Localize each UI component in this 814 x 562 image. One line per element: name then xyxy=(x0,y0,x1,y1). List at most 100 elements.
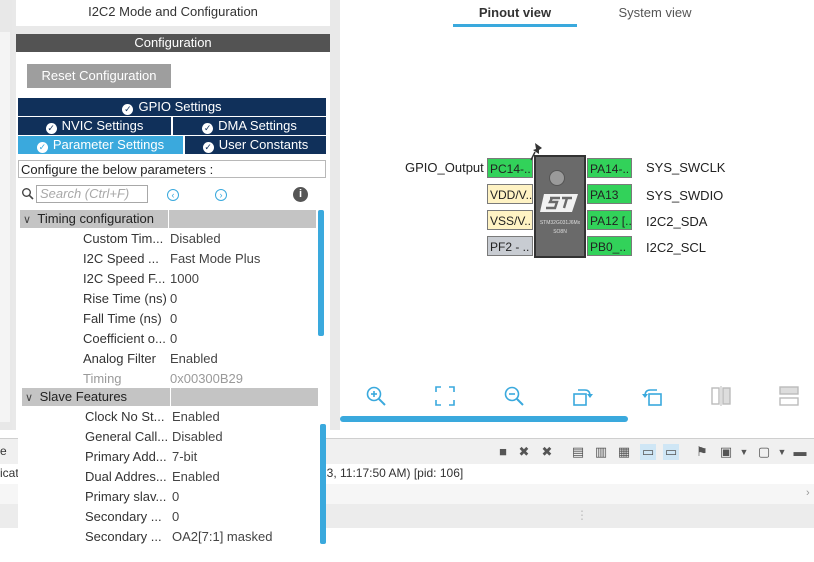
tab-system-view[interactable]: System view xyxy=(600,4,710,22)
parameter-row[interactable]: Fall Time (ns) 0 xyxy=(20,309,316,329)
rotate-right-icon[interactable] xyxy=(572,385,594,407)
tab-parameter-settings[interactable]: ✓ Parameter Settings xyxy=(18,136,183,154)
parameter-value[interactable]: Disabled xyxy=(172,427,223,447)
parameter-value[interactable]: Fast Mode Plus xyxy=(170,249,260,269)
parameter-row[interactable]: I2C Speed F... 1000 xyxy=(20,269,316,289)
minimize-icon[interactable]: ▬ xyxy=(792,444,808,460)
parameter-row[interactable]: Timing 0x00300B29 xyxy=(20,369,316,389)
pushpin-icon[interactable] xyxy=(529,142,545,162)
parameter-row[interactable]: Analog Filter Enabled xyxy=(20,349,316,369)
parameter-name: General Call... xyxy=(85,429,169,444)
parameter-value[interactable]: 0 xyxy=(170,289,177,309)
parameter-value[interactable]: 0 xyxy=(170,309,177,329)
remove-all-icon[interactable]: ✖ xyxy=(539,444,555,460)
parameter-name: I2C Speed F... xyxy=(83,271,166,286)
view-divider[interactable] xyxy=(334,0,340,430)
pin-right-1[interactable]: PA14-.. xyxy=(587,158,632,178)
signal-label-right-2: SYS_SWDIO xyxy=(646,188,724,203)
parameter-name: Fall Time (ns) xyxy=(83,311,162,326)
parameter-name: Timing xyxy=(83,371,122,386)
copy-icon[interactable]: ▤ xyxy=(570,444,586,460)
pin-left-2[interactable]: VDD/V.. xyxy=(487,184,533,204)
parameter-row[interactable]: I2C Speed ... Fast Mode Plus xyxy=(20,249,316,269)
parameter-value[interactable]: Enabled xyxy=(172,407,220,427)
info-icon[interactable]: i xyxy=(293,187,308,202)
check-icon: ✓ xyxy=(45,123,57,134)
parameter-value[interactable]: 7-bit xyxy=(172,447,197,467)
parameter-row[interactable]: Secondary ... 0 xyxy=(20,507,316,527)
parameter-row[interactable]: Primary slav... 0 xyxy=(20,487,316,507)
parameter-name: Coefficient o... xyxy=(83,331,166,346)
parameter-row[interactable]: Coefficient o... 0 xyxy=(20,329,316,349)
chevron-down-icon[interactable]: ▼ xyxy=(774,444,790,460)
console-status-text: 23, 11:17:50 AM) [pid: 106] xyxy=(320,466,464,480)
zoom-out-icon[interactable] xyxy=(503,385,525,407)
pin-right-2[interactable]: PA13 xyxy=(587,184,632,204)
parameter-value[interactable]: 0 xyxy=(172,507,179,527)
stop-icon[interactable]: ■ xyxy=(495,444,511,460)
tab-gpio-settings[interactable]: ✓ GPIO Settings xyxy=(18,98,326,116)
remove-launch-icon[interactable]: ✖ xyxy=(516,444,532,460)
parameter-value[interactable]: Enabled xyxy=(170,349,218,369)
parameter-value[interactable]: OA2[7:1] masked xyxy=(172,527,272,547)
split-vertical-icon[interactable] xyxy=(710,385,732,407)
parameter-value[interactable]: 0 xyxy=(170,329,177,349)
parameter-name: Secondary ... xyxy=(85,509,162,524)
parameter-row[interactable]: Rise Time (ns) 0 xyxy=(20,289,316,309)
tab-nvic-settings[interactable]: ✓ NVIC Settings xyxy=(18,117,171,135)
group-timing-configuration[interactable]: ∨ Timing configuration xyxy=(20,210,316,228)
previous-result-icon[interactable]: ‹ xyxy=(167,189,179,201)
parameter-row[interactable]: Primary Add... 7-bit xyxy=(20,447,316,467)
parameter-value[interactable]: Disabled xyxy=(170,229,221,249)
tab-user-constants[interactable]: ✓ User Constants xyxy=(185,136,326,154)
configuration-title: Configuration xyxy=(16,34,330,52)
search-input[interactable]: Search (Ctrl+F) xyxy=(36,185,148,203)
parameter-name: Primary slav... xyxy=(85,489,167,504)
view-horizontal-scrollbar[interactable] xyxy=(340,416,628,422)
parameter-name: Secondary ... xyxy=(85,529,162,544)
parameter-row[interactable]: Clock No St... Enabled xyxy=(20,407,316,427)
chevron-down-icon: ∨ xyxy=(22,214,32,226)
pin-left-4[interactable]: PF2 - .. xyxy=(487,236,533,256)
panel-header: I2C2 Mode and Configuration xyxy=(16,0,330,26)
parameter-value[interactable]: Enabled xyxy=(172,467,220,487)
parameter-row[interactable]: Dual Addres... Enabled xyxy=(20,467,316,487)
tab-label: Parameter Settings xyxy=(52,137,165,152)
left-panel-inner xyxy=(0,32,10,422)
pin-right-3[interactable]: PA12 [.. xyxy=(587,210,632,230)
display-console-icon[interactable]: ▣ xyxy=(718,444,734,460)
reset-configuration-button[interactable]: Reset Configuration xyxy=(27,64,171,88)
parameter-value[interactable]: 1000 xyxy=(170,269,199,289)
parameter-name: Dual Addres... xyxy=(85,469,167,484)
paste-icon[interactable]: ▥ xyxy=(593,444,609,460)
chevron-down-icon: ∨ xyxy=(24,392,34,404)
pin-right-4[interactable]: PB0_.. xyxy=(587,236,632,256)
new-console-icon[interactable]: ▢ xyxy=(756,444,772,460)
sash-handle-icon[interactable]: ⋮ xyxy=(576,508,588,522)
chevron-right-icon[interactable]: › xyxy=(806,487,810,499)
pin-left-1[interactable]: PC14-.. xyxy=(487,158,533,178)
chevron-down-icon[interactable]: ▼ xyxy=(736,444,752,460)
group-slave-features[interactable]: ∨ Slave Features xyxy=(22,388,318,406)
parameter-row[interactable]: Custom Tim... Disabled xyxy=(20,229,316,249)
show-error-icon[interactable]: ▭ xyxy=(663,444,679,460)
show-console-icon[interactable]: ▭ xyxy=(640,444,656,460)
pin-console-icon[interactable]: ⚑ xyxy=(694,444,710,460)
parameter-lower-scrollbar[interactable] xyxy=(320,424,326,544)
chip-package: SO8N xyxy=(553,229,567,235)
pin-left-3[interactable]: VSS/V.. xyxy=(487,210,533,230)
next-result-icon[interactable]: › xyxy=(215,189,227,201)
parameter-row[interactable]: General Call... Disabled xyxy=(20,427,316,447)
parameter-row[interactable]: Secondary ... OA2[7:1] masked xyxy=(20,527,316,547)
fit-screen-icon[interactable] xyxy=(434,385,456,407)
tab-pinout-view[interactable]: Pinout view xyxy=(453,4,577,27)
rotate-left-icon[interactable] xyxy=(641,385,663,407)
console-tab-fragment[interactable]: e xyxy=(0,444,7,458)
tab-dma-settings[interactable]: ✓ DMA Settings xyxy=(173,117,326,135)
split-horizontal-icon[interactable] xyxy=(778,385,800,407)
parameter-value[interactable]: 0x00300B29 xyxy=(170,369,243,389)
parameter-scrollbar[interactable] xyxy=(318,210,324,336)
document-icon[interactable]: ▦ xyxy=(616,444,632,460)
parameter-value[interactable]: 0 xyxy=(172,487,179,507)
zoom-in-icon[interactable] xyxy=(365,385,387,407)
